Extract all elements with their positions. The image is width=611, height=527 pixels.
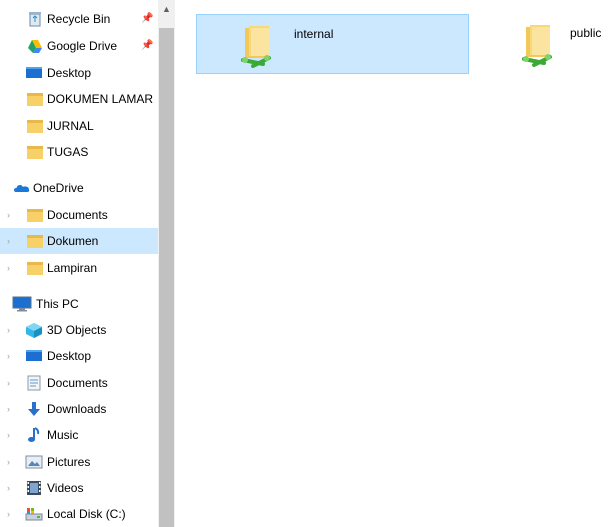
chevron-right-icon[interactable]: › [7,262,10,274]
google-drive-icon [27,38,43,54]
nav-label: Lampiran [47,261,98,275]
nav-label: Local Disk (C:) [47,507,126,521]
nav-label: Google Drive [47,39,118,53]
nav-item-local-disk-c[interactable]: › Local Disk (C:) [0,501,158,527]
folder-icon [27,144,43,160]
nav-label: Documents [47,208,108,222]
pictures-icon [25,454,43,470]
nav-label: Music [47,428,79,442]
nav-item-3d-objects[interactable]: › 3D Objects [0,317,158,343]
nav-item-recycle-bin[interactable]: Recycle Bin 📌 [0,6,158,32]
pin-icon[interactable]: 📌 [141,40,153,51]
nav-item-desktop[interactable]: › Desktop [0,343,158,369]
pin-icon[interactable]: 📌 [141,13,153,24]
nav-item-onedrive-documents[interactable]: › Documents [0,202,158,228]
folder-label: public [570,26,602,40]
chevron-right-icon[interactable]: › [7,403,10,415]
nav-label: Pictures [47,455,91,469]
nav-label: Desktop [47,66,92,80]
nav-item-pictures[interactable]: › Pictures [0,449,158,475]
chevron-right-icon[interactable]: › [7,209,10,221]
folder-icon [27,233,43,249]
chevron-right-icon[interactable]: › [7,235,10,247]
nav-label: Desktop [47,349,92,363]
folder-label: internal [294,27,334,41]
navigation-pane: Recycle Bin 📌 Google Drive 📌 Desktop DOK… [0,0,158,527]
nav-item-music[interactable]: › Music [0,422,158,448]
nav-label: Videos [47,481,84,495]
nav-label: This PC [36,297,79,311]
chevron-right-icon[interactable]: › [7,350,10,362]
nav-label: Downloads [47,402,107,416]
local-disk-icon [25,506,43,522]
chevron-right-icon[interactable]: › [7,508,10,520]
chevron-right-icon[interactable]: › [7,377,10,389]
nav-item-dokumen-lamar[interactable]: DOKUMEN LAMAR [0,86,158,112]
folder-icon [27,91,43,107]
nav-label: JURNAL [47,119,94,133]
chevron-right-icon[interactable]: › [7,456,10,468]
nav-item-videos[interactable]: › Videos [0,475,158,501]
folder-icon [27,118,43,134]
scrollbar-thumb[interactable] [159,28,174,527]
nav-item-onedrive[interactable]: OneDrive [0,175,158,201]
nav-item-onedrive-lampiran[interactable]: › Lampiran [0,255,158,281]
nav-label: TUGAS [47,145,89,159]
nav-label: Recycle Bin [47,12,111,26]
onedrive-cloud-icon [13,180,30,196]
nav-item-desktop[interactable]: Desktop [0,60,158,86]
nav-label: 3D Objects [47,323,107,337]
nav-item-jurnal[interactable]: JURNAL [0,113,158,139]
this-pc-icon [12,296,32,312]
3d-objects-icon [25,322,42,338]
music-icon [26,427,42,443]
downloads-icon [26,401,42,417]
scroll-up-icon[interactable]: ▲ [158,0,175,17]
nav-label: Documents [47,376,108,390]
folder-icon [27,260,43,276]
desktop-icon [25,348,42,364]
shared-folder-icon [520,23,558,67]
videos-icon [26,480,42,496]
desktop-icon [25,65,42,81]
recycle-bin-icon [27,11,43,27]
chevron-right-icon[interactable]: › [7,429,10,441]
nav-label: OneDrive [33,181,84,195]
folder-icon [27,207,43,223]
nav-item-google-drive[interactable]: Google Drive 📌 [0,33,158,59]
documents-icon [26,375,42,391]
nav-item-this-pc[interactable]: This PC [0,291,158,317]
nav-label: Dokumen [47,234,99,248]
chevron-right-icon[interactable]: › [7,482,10,494]
chevron-right-icon[interactable]: › [7,324,10,336]
nav-item-documents[interactable]: › Documents [0,370,158,396]
shared-folder-icon [239,24,277,68]
nav-item-onedrive-dokumen[interactable]: › Dokumen [0,228,158,254]
nav-item-tugas[interactable]: TUGAS [0,139,158,165]
nav-item-downloads[interactable]: › Downloads [0,396,158,422]
nav-scrollbar[interactable]: ▲ [158,0,175,527]
nav-label: DOKUMEN LAMAR [47,92,154,106]
folder-item-internal[interactable]: internal [196,14,469,74]
folder-item-public[interactable]: public [478,14,611,74]
